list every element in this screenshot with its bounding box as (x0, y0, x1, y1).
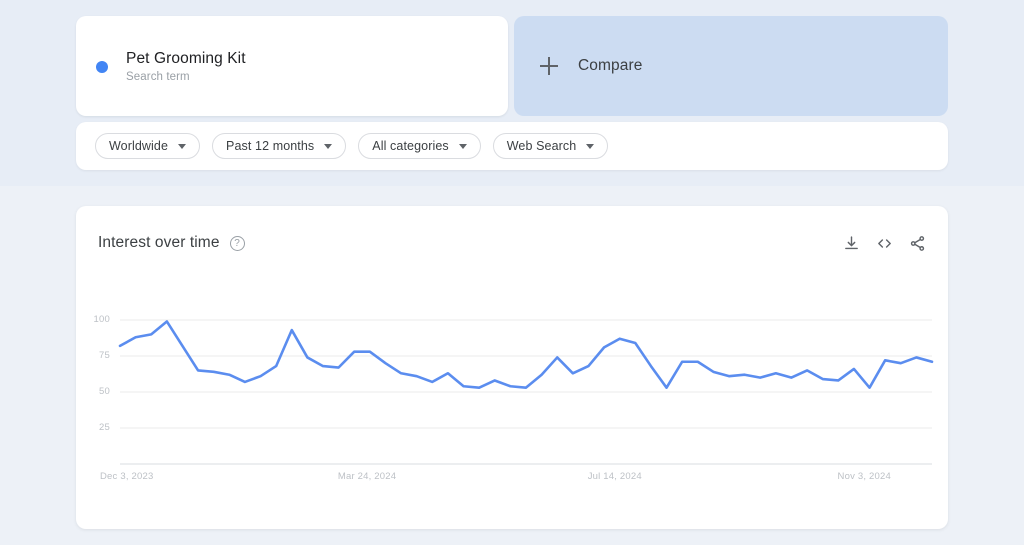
x-tick-label: Dec 3, 2023 (100, 471, 154, 482)
x-tick-label: Jul 14, 2024 (587, 471, 642, 482)
filter-category-label: All categories (372, 139, 449, 153)
google-trends-page: Pet Grooming Kit Search term Compare Wor… (0, 0, 1024, 545)
compare-label: Compare (578, 57, 643, 74)
chevron-down-icon (178, 143, 187, 149)
y-tick-label: 25 (99, 422, 110, 433)
search-term-card[interactable]: Pet Grooming Kit Search term (76, 16, 508, 116)
x-tick-label: Nov 3, 2024 (837, 471, 891, 482)
filter-timerange-label: Past 12 months (226, 139, 315, 153)
chevron-down-icon (586, 143, 595, 149)
filter-location-label: Worldwide (109, 139, 169, 153)
y-tick-label: 75 (99, 350, 110, 361)
search-term-type: Search term (126, 70, 190, 83)
interest-over-time-chart[interactable] (76, 206, 948, 529)
series-color-dot (96, 61, 108, 73)
filter-location[interactable]: Worldwide (95, 133, 201, 159)
interest-over-time-card: Interest over time ? 100 75 50 25 Dec 3, 20… (76, 206, 948, 529)
filter-category[interactable]: All categories (358, 133, 481, 159)
chart-plot-area: 100 75 50 25 Dec 3, 2023 Mar 24, 2024 Jul 14,… (76, 206, 948, 529)
y-tick-label: 50 (99, 386, 110, 397)
filter-bar: Worldwide Past 12 months All categories … (76, 122, 948, 170)
chevron-down-icon (324, 143, 333, 149)
filter-timerange[interactable]: Past 12 months (212, 133, 347, 159)
plus-icon (540, 57, 558, 75)
chevron-down-icon (458, 143, 467, 149)
series-line (118, 320, 934, 389)
search-term-label: Pet Grooming Kit (126, 49, 246, 67)
terms-row: Pet Grooming Kit Search term Compare (76, 16, 948, 116)
filter-search-type-label: Web Search (506, 139, 577, 153)
compare-button[interactable]: Compare (514, 16, 948, 116)
y-tick-label: 100 (93, 314, 110, 325)
x-tick-label: Mar 24, 2024 (337, 471, 397, 482)
filter-search-type[interactable]: Web Search (492, 133, 609, 159)
